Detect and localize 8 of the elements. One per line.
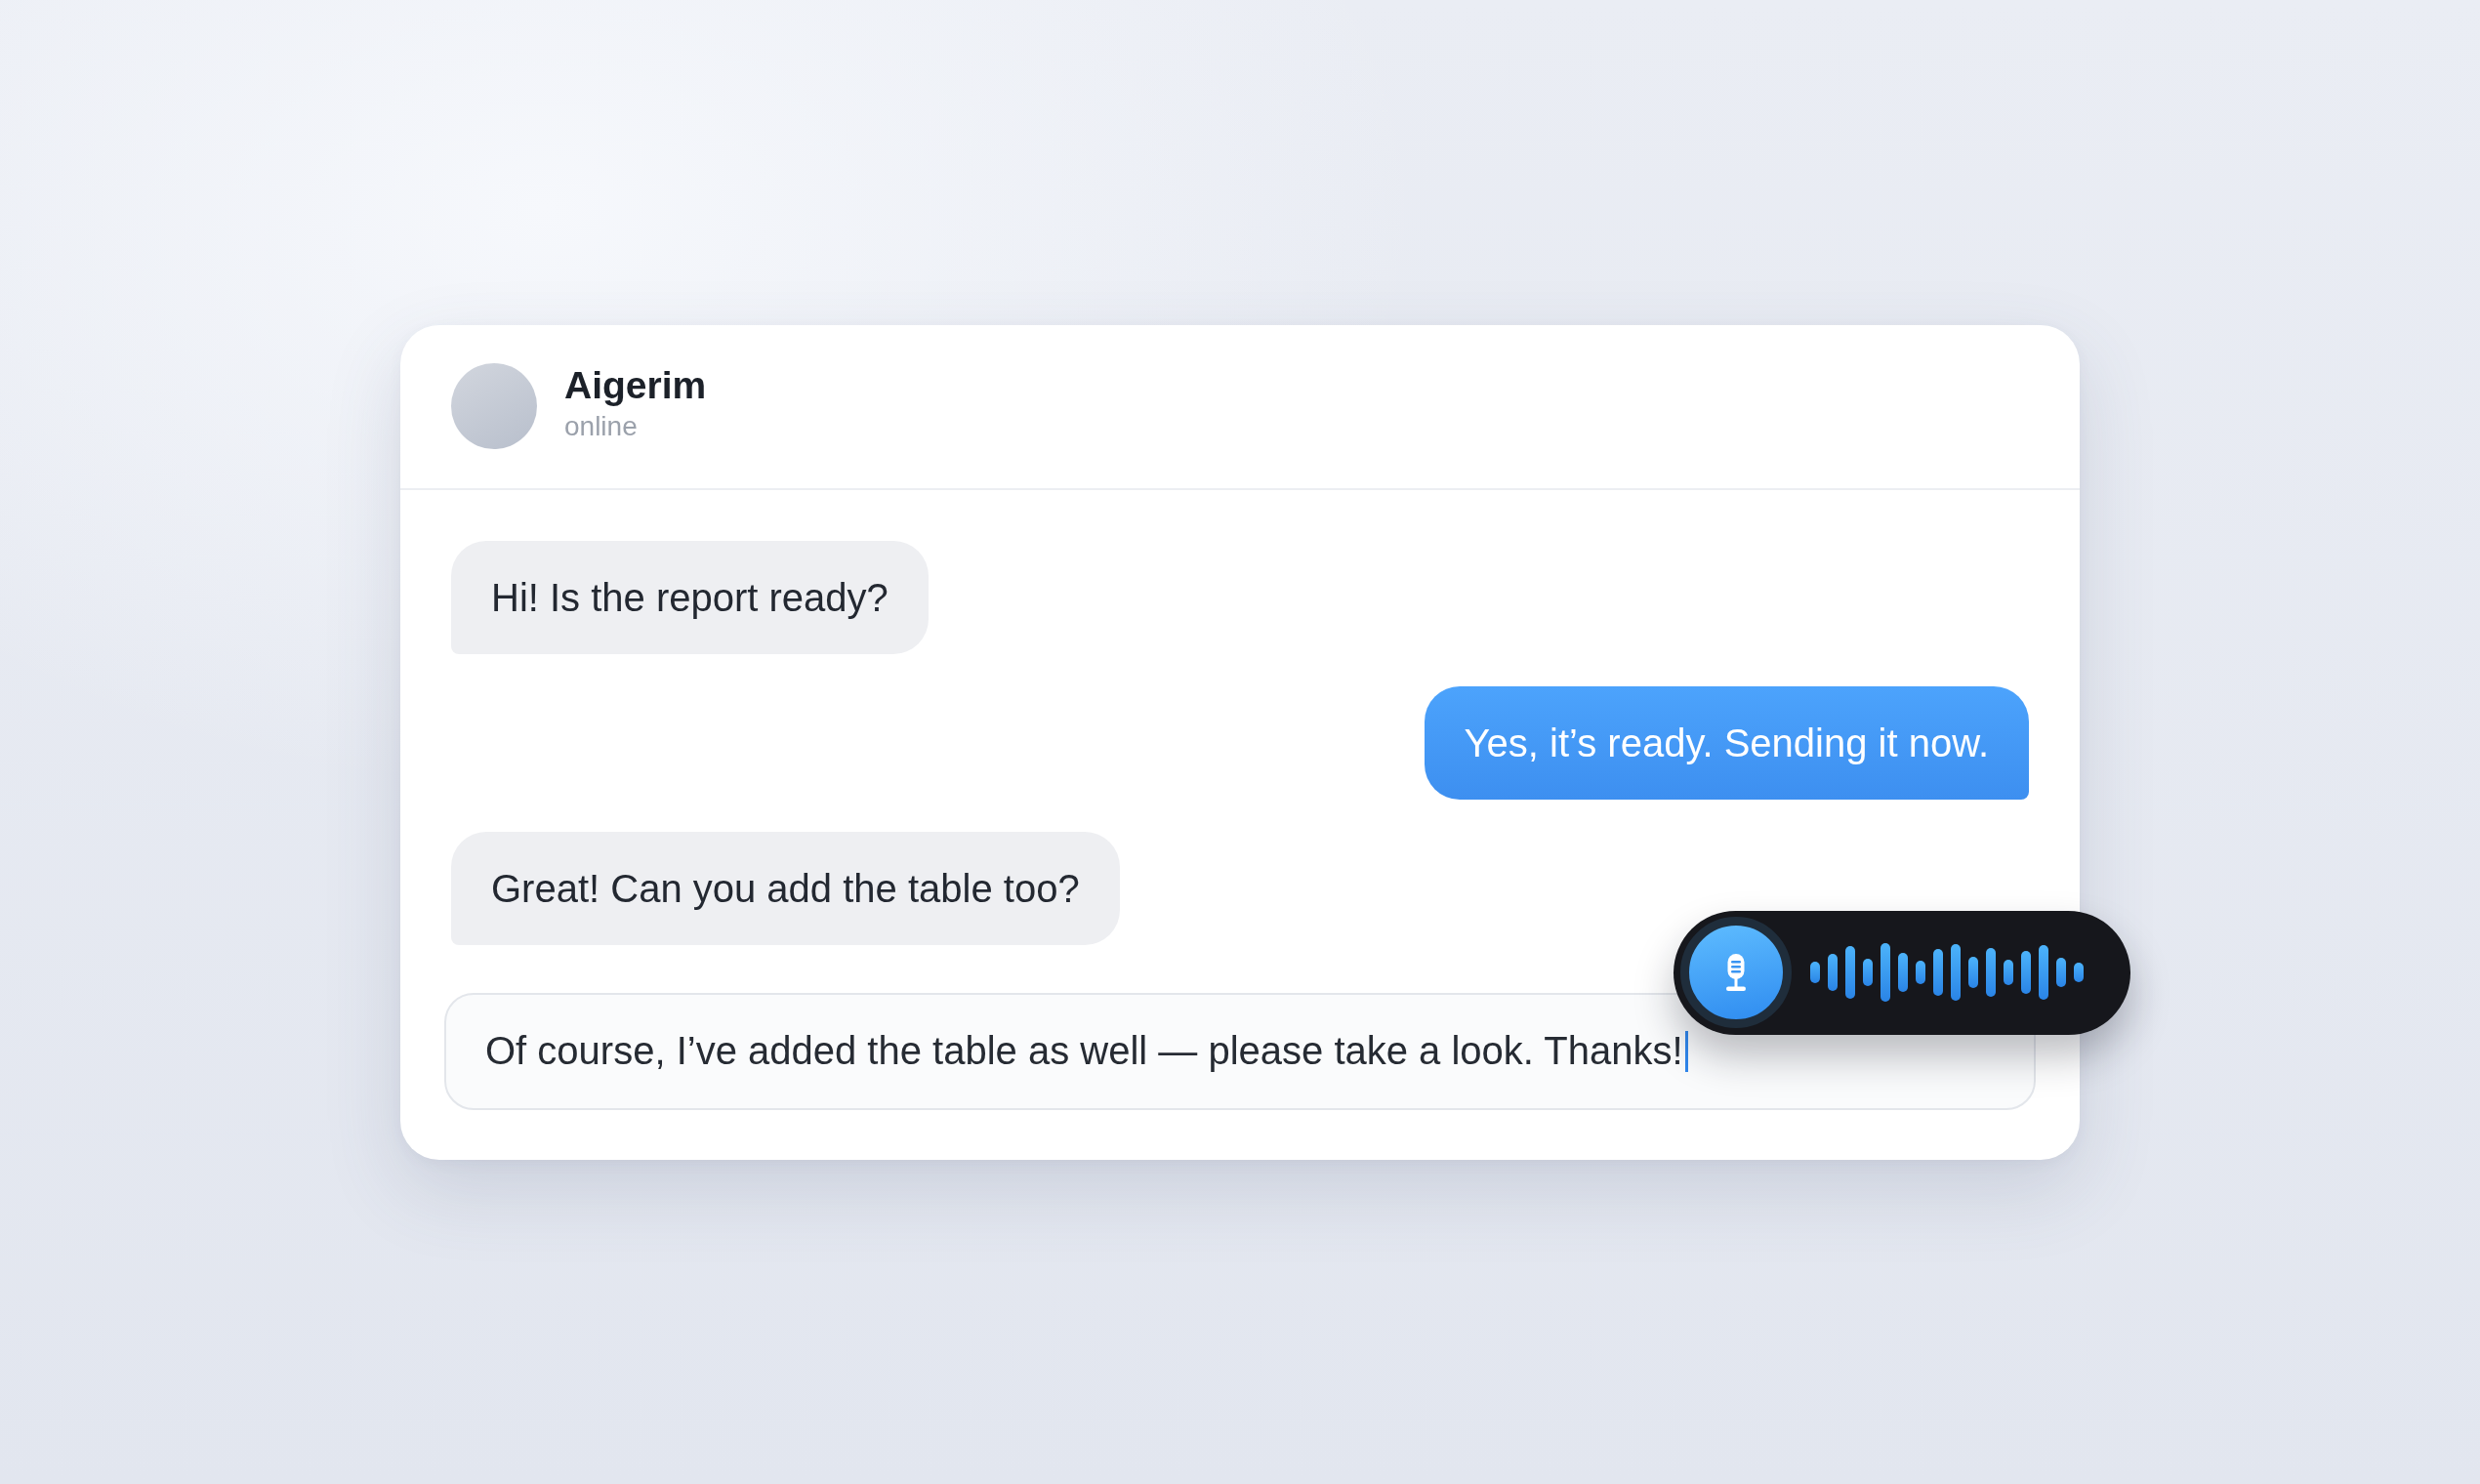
contact-status: online [564, 410, 639, 443]
message-bubble: Hi! Is the report ready? [451, 540, 929, 654]
message-bubble: Great! Can you add the table too? [451, 831, 1120, 945]
message-bubble: Yes, it’s ready. Sending it now. [1424, 685, 2029, 800]
sound-wave-icon [1810, 943, 2084, 1002]
message-input[interactable]: Of course, I’ve added the table as well — please take a look. Thanks! [444, 992, 2036, 1110]
microphone-icon [1726, 954, 1746, 991]
contact-name: Aigerim [564, 363, 707, 408]
